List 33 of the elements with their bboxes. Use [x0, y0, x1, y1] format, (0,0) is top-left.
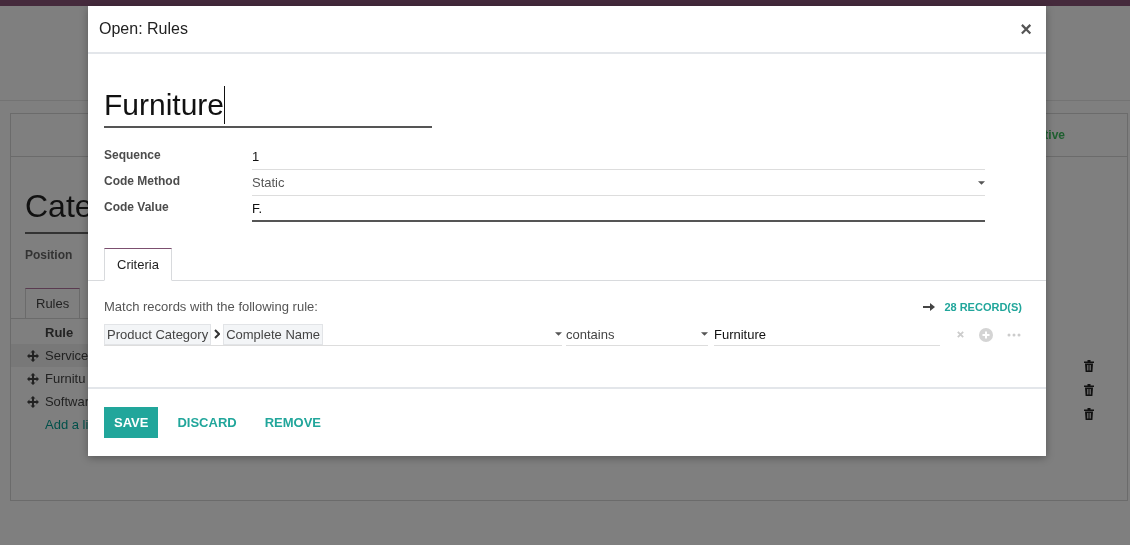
path-segment: Product Category — [104, 323, 212, 345]
rule-description: Match records with the following rule: — [104, 299, 319, 314]
trash-icon[interactable] — [1084, 384, 1094, 396]
dialog-title: Open: Rules — [99, 20, 188, 38]
table-cell: Service — [45, 348, 89, 363]
path-segment: Complete Name — [223, 323, 324, 345]
tab[interactable]: Criteria — [104, 248, 172, 281]
name-field[interactable]: Furniture — [104, 84, 432, 128]
column-header: Rule — [45, 325, 74, 340]
value-field[interactable]: Furniture — [714, 323, 940, 346]
arrow-right-icon — [923, 300, 936, 313]
drag-handle-icon[interactable] — [27, 395, 39, 408]
input-field[interactable]: 1 — [252, 144, 985, 170]
close-button[interactable]: × — [1018, 17, 1034, 41]
table-cell: Furnitu — [45, 371, 86, 386]
dropdown-caret-icon — [978, 180, 985, 185]
field-label: Code Value — [104, 199, 170, 216]
drag-handle-icon[interactable] — [27, 372, 39, 385]
operator-select[interactable]: contains — [566, 323, 708, 346]
select-field[interactable]: Static — [252, 170, 985, 196]
chevron-right-icon — [214, 329, 221, 339]
table-cell: Softwar — [44, 394, 89, 409]
field-path-selector[interactable]: Product Category Complete Name — [104, 323, 562, 346]
input-field[interactable]: F. — [252, 196, 985, 222]
field-label: Position — [25, 248, 74, 262]
field-label: Code Method — [104, 173, 181, 190]
dropdown-caret-icon — [701, 332, 708, 336]
dropdown-caret-icon — [555, 332, 562, 336]
trash-icon[interactable] — [1084, 408, 1094, 420]
tab[interactable]: Rules — [25, 288, 81, 318]
drag-handle-icon[interactable] — [27, 349, 39, 362]
field-label: Sequence — [104, 147, 162, 164]
trash-icon[interactable] — [1084, 360, 1094, 372]
